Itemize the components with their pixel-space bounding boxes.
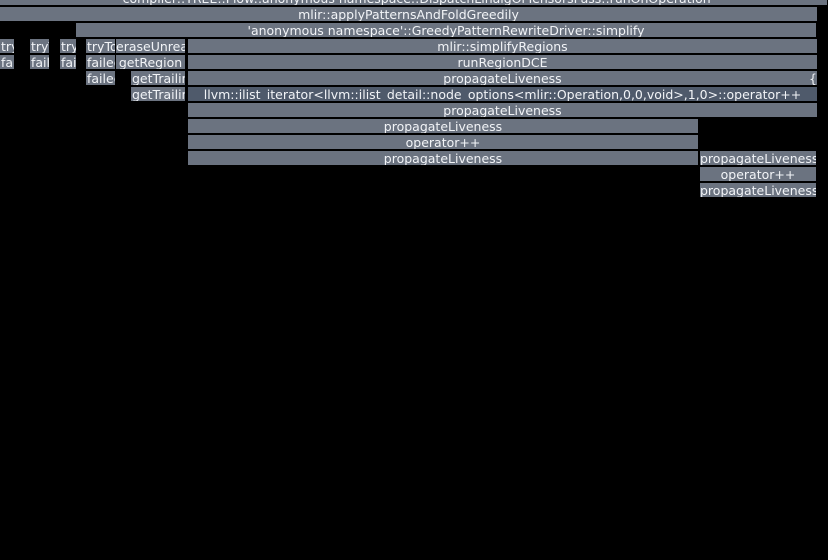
flame-frame[interactable]: tryToFold [30, 39, 50, 54]
flame-frame[interactable]: propagateLiveness [700, 151, 817, 166]
flame-frame[interactable]: getTrailingObjects [131, 87, 186, 102]
flame-frame[interactable]: {( [808, 71, 818, 86]
flame-frame[interactable]: propagateLiveness [188, 71, 818, 86]
flame-frame[interactable]: failed [30, 55, 50, 70]
flame-frame[interactable]: propagateLiveness [188, 103, 818, 118]
flame-frame[interactable]: propagateLiveness [700, 183, 817, 198]
flame-graph: _compiler::TREE::Flow::anonymous namespa… [0, 0, 828, 560]
flame-frame[interactable]: failed [86, 55, 116, 70]
flame-frame[interactable]: llvm::ilist_iterator<llvm::ilist_detail:… [188, 87, 818, 102]
flame-frame[interactable]: _compiler::TREE::Flow::anonymous namespa… [0, 0, 828, 6]
flame-frame[interactable]: eraseUnreachableBlocks [116, 39, 186, 54]
flame-frame[interactable]: tryToFold [0, 39, 15, 54]
flame-frame[interactable]: mlir::simplifyRegions [188, 39, 818, 54]
flame-frame[interactable]: propagateLiveness [188, 151, 699, 166]
flame-frame[interactable]: operator++ [188, 135, 699, 150]
flame-frame[interactable]: failed [0, 55, 15, 70]
flame-frame[interactable]: 'anonymous namespace'::GreedyPatternRewr… [76, 23, 817, 38]
flame-frame[interactable]: getTrailingObjects [131, 71, 186, 86]
flame-frame[interactable]: failed [86, 71, 116, 86]
flame-frame[interactable]: tryToFold [60, 39, 77, 54]
flame-frame[interactable]: runRegionDCE [188, 55, 818, 70]
flame-frame[interactable]: failed [60, 55, 77, 70]
flame-frame[interactable]: getRegion [116, 55, 186, 70]
flame-frame[interactable]: tryToFold [86, 39, 116, 54]
flame-frame[interactable]: operator++ [700, 167, 817, 182]
flame-frame[interactable]: propagateLiveness [188, 119, 699, 134]
flame-frame[interactable]: mlir::applyPatternsAndFoldGreedily [0, 7, 818, 22]
